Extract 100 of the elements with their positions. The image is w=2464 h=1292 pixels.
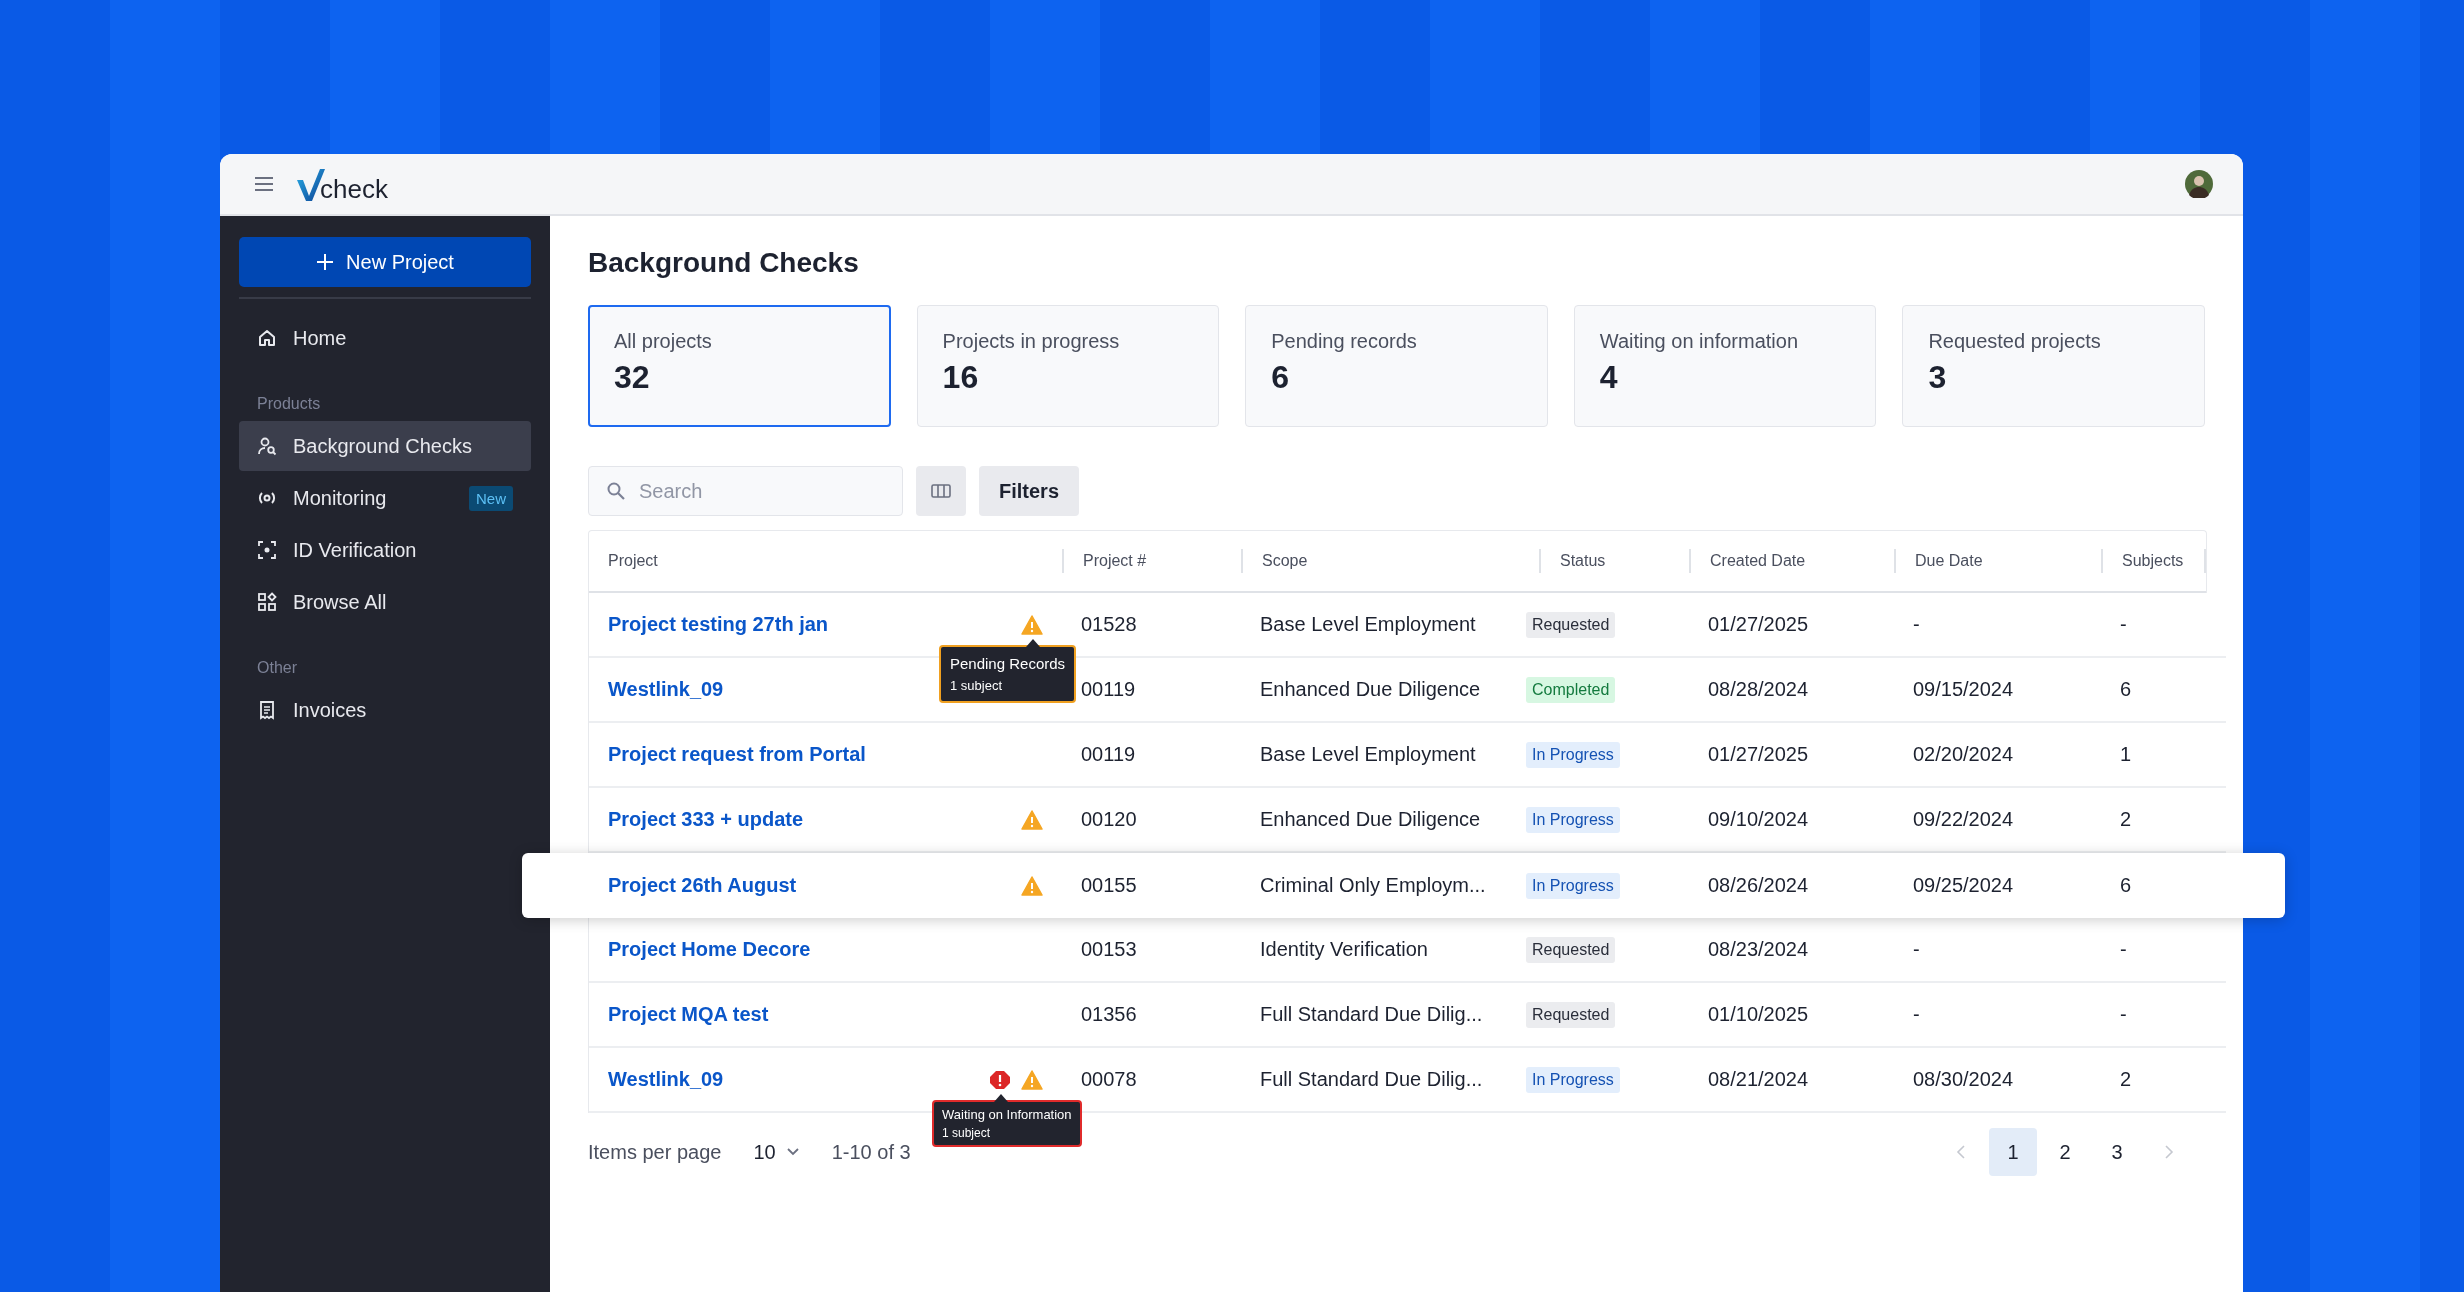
table-cell-text: 09/22/2024 <box>1912 808 2015 831</box>
table-cell-text: 01356 <box>1080 1003 1138 1026</box>
table-cell-text: 6 <box>2119 874 2133 897</box>
table-cell-text: 08/21/2024 <box>1707 1068 1810 1091</box>
search-icon <box>606 481 626 501</box>
table-cell-text: 2 <box>2119 1068 2133 1091</box>
search-field[interactable]: Search <box>588 466 903 516</box>
stat-value: 32 <box>614 359 651 396</box>
columns-icon <box>931 484 951 498</box>
warning-icon <box>1021 1069 1043 1090</box>
sidebar-item[interactable]: Background Checks <box>239 421 531 471</box>
table-cell-text: - <box>1912 938 1921 961</box>
sidebar-item[interactable]: ID Verification <box>239 525 531 575</box>
sidebar-item[interactable]: Monitoring New <box>239 473 531 523</box>
new-badge: New <box>469 485 513 511</box>
stat-label: Pending records <box>1271 330 1418 353</box>
chevron-right-icon <box>2163 1145 2175 1159</box>
stat-value: 16 <box>942 359 980 396</box>
stat-card[interactable]: Pending records 6 <box>1245 305 1548 427</box>
table-cell-text: 08/28/2024 <box>1707 678 1810 701</box>
project-link[interactable]: Project 333 + update <box>608 808 804 831</box>
chevron-left-icon <box>1955 1145 1967 1159</box>
tooltip-title: Pending Records <box>950 654 1066 672</box>
receipt-icon <box>257 700 277 720</box>
project-link[interactable]: Project MQA test <box>608 1003 769 1026</box>
section-heading: Products <box>256 394 322 414</box>
table-cell-text: 08/30/2024 <box>1912 1068 2015 1091</box>
chevron-down-icon <box>785 1147 800 1157</box>
page-title: Background Checks <box>588 247 860 279</box>
status-badge: In Progress <box>1526 1066 1620 1093</box>
scan-icon <box>257 540 277 560</box>
table-cell-text: 02/20/2024 <box>1912 743 2015 766</box>
sidebar-item-label: Monitoring <box>293 486 387 510</box>
status-badge: In Progress <box>1526 872 1620 899</box>
person-search-icon <box>257 436 277 456</box>
tooltip-title: Waiting on Information <box>942 1106 1072 1122</box>
table-cell-text: 00153 <box>1080 938 1138 961</box>
stat-card[interactable]: All projects 32 <box>588 305 891 427</box>
filters-button[interactable]: Filters <box>979 466 1080 516</box>
sidebar-item-label: Browse All <box>293 590 387 614</box>
section-heading: Other <box>256 658 298 678</box>
status-badge: In Progress <box>1526 806 1620 833</box>
sidebar-item-label: ID Verification <box>293 538 417 562</box>
table-cell-text: - <box>2119 613 2128 636</box>
column-header[interactable]: Subjects <box>2101 549 2206 573</box>
project-link[interactable]: Westlink_09 <box>608 678 724 701</box>
column-header[interactable]: Project <box>589 549 1062 573</box>
table-cell-text: - <box>2119 1003 2128 1026</box>
stat-card[interactable]: Waiting on information 4 <box>1573 305 1877 427</box>
table-cell-text: 1 <box>2119 743 2133 766</box>
new-project-button[interactable]: New Project <box>239 237 531 287</box>
page-range: 1-10 of 3 <box>831 1140 911 1164</box>
table-cell-text: 08/26/2024 <box>1707 874 1810 897</box>
columns-button[interactable] <box>916 466 966 516</box>
sidebar-item[interactable]: Invoices <box>239 685 531 735</box>
plus-icon <box>316 253 335 271</box>
warning-icon <box>1021 809 1043 830</box>
table-cell-text: 01/10/2025 <box>1707 1003 1810 1026</box>
column-header[interactable]: Due Date <box>1894 549 2101 573</box>
tooltip-detail: 1 subject <box>942 1125 992 1140</box>
table-cell-text: 01528 <box>1080 613 1138 636</box>
status-badge: Requested <box>1526 611 1616 638</box>
page-button[interactable]: 2 <box>2041 1128 2089 1176</box>
sidebar-item[interactable]: Browse All <box>239 577 531 627</box>
column-header[interactable]: Status <box>1539 549 1689 573</box>
stat-label: Waiting on information <box>1599 330 1800 353</box>
per-page-dropdown[interactable]: 10 <box>747 1139 806 1165</box>
logo-text: check <box>320 176 388 202</box>
table-cell-text: - <box>1912 613 1921 636</box>
menu-icon <box>254 176 274 192</box>
page-button[interactable]: 1 <box>1989 1128 2037 1176</box>
table-cell-text: - <box>2119 938 2128 961</box>
column-header[interactable]: Created Date <box>1689 549 1894 573</box>
column-header[interactable]: Project # <box>1062 549 1241 573</box>
project-link[interactable]: Westlink_09 <box>608 1068 724 1091</box>
stat-value: 4 <box>1599 359 1619 396</box>
table-cell-text: 09/25/2024 <box>1912 874 2015 897</box>
table-cell-text: 00119 <box>1080 743 1137 766</box>
table-cell-text: 00120 <box>1080 808 1138 831</box>
sidebar-item-label: Home <box>293 326 347 350</box>
tooltip-detail: 1 subject <box>950 677 1004 693</box>
warning-icon <box>1021 875 1043 896</box>
project-link[interactable]: Project request from Portal <box>608 743 866 766</box>
project-link[interactable]: Project Home Decore <box>608 938 811 961</box>
sidebar-item[interactable]: Home <box>239 313 531 363</box>
project-link[interactable]: Project testing 27th jan <box>608 613 829 636</box>
stat-value: 3 <box>1928 359 1948 396</box>
table-cell-text: 08/23/2024 <box>1707 938 1810 961</box>
table-cell-text: 00119 <box>1080 678 1137 701</box>
table-cell-text: 01/27/2025 <box>1707 743 1810 766</box>
table-cell-text: 6 <box>2119 678 2133 701</box>
project-link[interactable]: Project 26th August <box>608 874 797 897</box>
stat-card[interactable]: Requested projects 3 <box>1902 305 2205 427</box>
sidebar-item-label: Background Checks <box>293 434 472 458</box>
page-button[interactable]: 3 <box>2093 1128 2141 1176</box>
stat-card[interactable]: Projects in progress 16 <box>916 305 1220 427</box>
status-badge: Requested <box>1526 936 1616 963</box>
column-header[interactable]: Scope <box>1241 549 1539 573</box>
table-cell-text: 01/27/2025 <box>1707 613 1810 636</box>
sidebar-item-label: Invoices <box>293 698 367 722</box>
